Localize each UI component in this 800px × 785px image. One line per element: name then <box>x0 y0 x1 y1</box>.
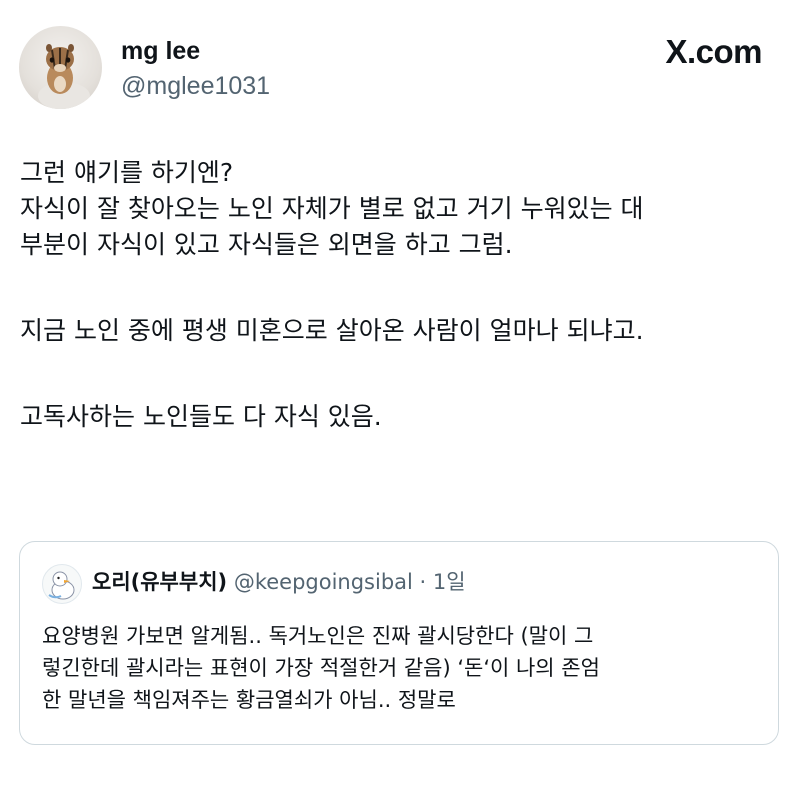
quote-header: 오리(유부부치) @keepgoingsibal · 1일 <box>92 568 466 596</box>
tweet-line: 부분이 자식이 있고 자식들은 외면을 하고 그럼. <box>20 230 513 259</box>
author-display-name[interactable]: mg lee <box>121 36 200 66</box>
quote-line: 한 말년을 책임져주는 황금열쇠가 아님.. 정말로 <box>42 688 456 712</box>
duck-avatar-icon <box>48 571 75 600</box>
x-brand-logo: X.com <box>665 33 762 70</box>
quoted-tweet-card[interactable]: 오리(유부부치) @keepgoingsibal · 1일 요양병원 가보면 알… <box>19 541 779 745</box>
quote-line: 렇긴한데 괄시라는 표현이 가장 적절한거 같음) ‘돈‘이 나의 존엄 <box>42 656 600 680</box>
tweet-line: 자식이 잘 찾아오는 노인 자체가 별로 없고 거기 누워있는 대 <box>20 194 644 223</box>
quote-handle[interactable]: @keepgoingsibal <box>234 570 413 594</box>
quote-separator: · <box>419 570 427 594</box>
tweet-line: 지금 노인 중에 평생 미혼으로 살아온 사람이 얼마나 되냐고. <box>20 316 644 345</box>
quote-timestamp[interactable]: 1일 <box>433 570 466 594</box>
chipmunk-avatar-icon <box>38 44 90 109</box>
tweet-line: 그런 얘기를 하기엔? <box>20 158 234 187</box>
tweet-body: 그런 얘기를 하기엔? 자식이 잘 찾아오는 노인 자체가 별로 없고 거기 누… <box>20 155 790 435</box>
quote-line: 요양병원 가보면 알게됨.. 독거노인은 진짜 괄시당한다 (말이 그 <box>42 624 594 648</box>
author-avatar[interactable] <box>19 26 102 109</box>
tweet-line: 고독사하는 노인들도 다 자식 있음. <box>20 402 382 431</box>
quote-avatar[interactable] <box>42 564 82 604</box>
author-handle[interactable]: @mglee1031 <box>121 71 270 101</box>
quote-body: 요양병원 가보면 알게됨.. 독거노인은 진짜 괄시당한다 (말이 그 렇긴한데… <box>42 620 762 716</box>
quote-display-name[interactable]: 오리(유부부치) <box>92 570 227 594</box>
